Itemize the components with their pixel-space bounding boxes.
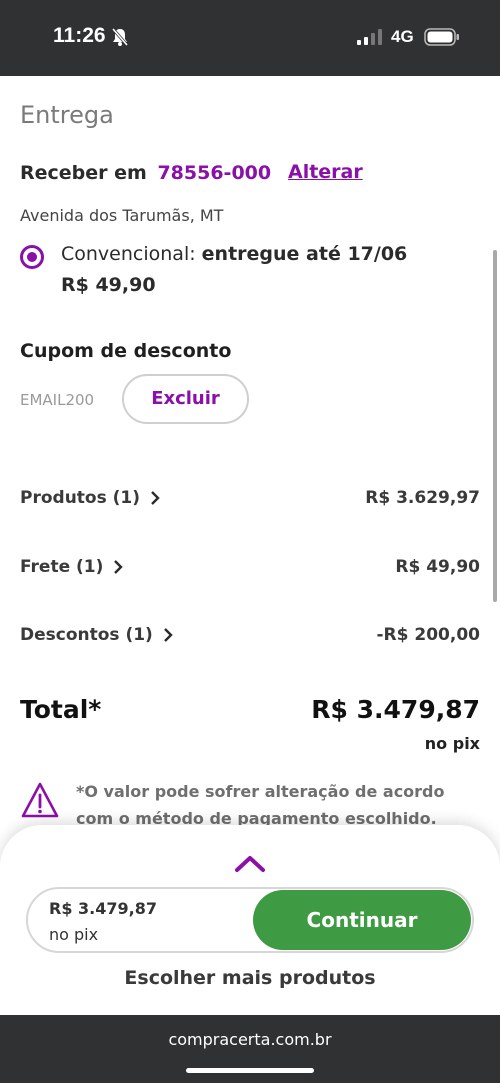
coupon-code: EMAIL200 [20,391,95,409]
scrollbar-thumb[interactable] [493,250,497,602]
shipping-option-eta: entregue até 17/06 [201,243,408,265]
browser-url[interactable]: compracerta.com.br [0,1030,500,1049]
total-payment-note: no pix [424,734,480,753]
chevron-up-icon[interactable] [234,853,266,877]
signal-icon [357,29,383,49]
browser-url-bar: compracerta.com.br [0,1015,500,1083]
checkout-bottom-sheet: R$ 3.479,87 no pix Continuar Escolher ma… [0,825,500,1015]
status-time: 11:26 [53,24,106,47]
summary-shipping-label-wrap: Frete (1) [20,557,124,579]
checkout-price: R$ 3.479,87 [49,899,157,918]
remove-coupon-button[interactable]: Excluir [122,374,249,424]
summary-products-label-wrap: Produtos (1) [20,488,160,510]
summary-discounts-label-wrap: Descontos (1) [20,625,173,647]
change-cep-link[interactable]: Alterar [288,161,363,183]
chevron-right-icon [113,559,124,579]
checkout-price-note: no pix [49,925,99,944]
summary-products-row[interactable]: Produtos (1) R$ 3.629,97 [20,488,480,514]
shipping-option-price: R$ 49,90 [61,274,156,296]
summary-products-value: R$ 3.629,97 [365,488,480,508]
warning-icon [20,781,60,823]
total-label: Total* [20,695,102,724]
choose-more-products-link[interactable]: Escolher mais produtos [0,967,500,989]
delivery-address: Avenida dos Tarumãs, MT [20,206,224,225]
summary-discounts-row[interactable]: Descontos (1) -R$ 200,00 [20,625,480,651]
continue-button[interactable]: Continuar [253,890,471,950]
chevron-right-icon [163,627,173,647]
status-bar: 11:26 4G [0,0,500,76]
delivery-section-title: Entrega [20,101,114,129]
chevron-right-icon [150,490,160,510]
cep-value: 78556-000 [157,162,272,184]
bell-slash-icon [111,27,129,51]
total-value: R$ 3.479,87 [311,695,480,724]
checkout-summary-pill: R$ 3.479,87 no pix Continuar [26,887,474,953]
summary-products-label: Produtos (1) [20,488,141,508]
summary-discounts-value: -R$ 200,00 [376,625,481,645]
coupon-title: Cupom de desconto [20,340,232,362]
shipping-option-label: Convencional: entregue até 17/06 [61,243,407,265]
receive-at-row: Receber em 78556-000 [20,162,271,184]
summary-shipping-row[interactable]: Frete (1) R$ 49,90 [20,557,480,583]
shipping-option-type: Convencional: [61,243,196,265]
summary-shipping-label: Frete (1) [20,557,104,577]
summary-discounts-label: Descontos (1) [20,625,153,645]
home-indicator[interactable] [186,1068,314,1073]
summary-shipping-value: R$ 49,90 [395,557,480,577]
receive-label: Receber em [20,162,147,184]
network-label: 4G [391,27,414,46]
battery-icon [424,27,460,51]
price-change-notice: *O valor pode sofrer alteração de acordo… [76,782,445,828]
shipping-option-radio[interactable] [20,245,44,269]
